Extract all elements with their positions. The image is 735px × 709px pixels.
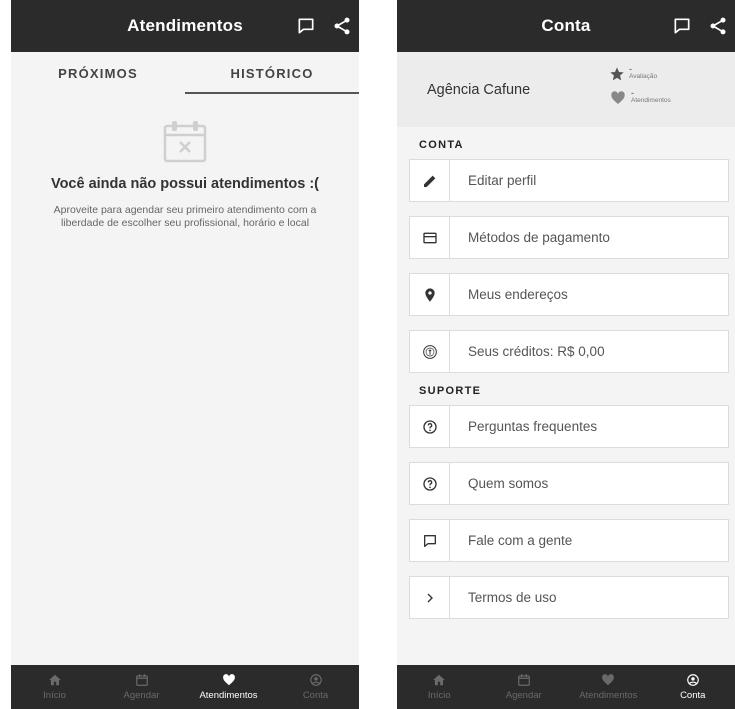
empty-state-description: Aproveite para agendar seu primeiro aten… — [23, 204, 347, 230]
menu-item-metodos-pagamento[interactable]: Métodos de pagamento — [409, 216, 729, 259]
empty-state-title: Você ainda não possui atendimentos :( — [50, 176, 320, 192]
calendar-icon — [135, 674, 148, 686]
calendar-icon — [517, 674, 530, 686]
nav-inicio[interactable]: Início — [397, 665, 482, 709]
question-icon — [410, 406, 450, 447]
credit-card-icon — [410, 217, 450, 258]
nav-label-agendar: Agendar — [123, 690, 160, 701]
account-icon — [686, 674, 699, 686]
nav-inicio[interactable]: Início — [11, 665, 98, 709]
rating-label: Avaliação — [629, 73, 658, 80]
menu-item-meus-enderecos[interactable]: Meus endereços — [409, 273, 729, 316]
heart-hands-icon — [602, 674, 615, 686]
heart-hands-icon — [222, 674, 235, 686]
app-bar: Conta — [397, 0, 735, 52]
tab-bar: PRÓXIMOS HISTÓRICO — [11, 52, 359, 94]
conta-screen: Conta Agência Cafune - Avaliação - Atend… — [397, 0, 735, 709]
calendar-empty-icon — [162, 118, 208, 164]
chat-icon — [410, 520, 450, 561]
profile-stats: - Avaliação - Atendimentos — [609, 64, 671, 114]
nav-label-atendimentos: Atendimentos — [199, 690, 258, 701]
home-icon — [48, 674, 61, 686]
nav-label-inicio: Início — [43, 690, 66, 701]
menu-item-seus-creditos[interactable]: Seus créditos: R$ 0,00 — [409, 330, 729, 373]
nav-label-conta: Conta — [680, 690, 706, 701]
nav-agendar[interactable]: Agendar — [98, 665, 185, 709]
menu-item-fale-com-a-gente[interactable]: Fale com a gente — [409, 519, 729, 562]
menu-item-label: Quem somos — [468, 476, 549, 491]
appointments-value: - — [631, 88, 634, 98]
profile-header: Agência Cafune - Avaliação - Atendimento… — [397, 52, 735, 127]
menu-item-perguntas-frequentes[interactable]: Perguntas frequentes — [409, 405, 729, 448]
nav-label-conta: Conta — [302, 690, 329, 701]
profile-name: Agência Cafune — [427, 81, 531, 98]
location-pin-icon — [410, 274, 450, 315]
menu-item-label: Métodos de pagamento — [468, 230, 610, 245]
share-icon[interactable] — [707, 15, 729, 37]
menu-item-label: Perguntas frequentes — [468, 419, 598, 434]
share-icon[interactable] — [331, 15, 353, 37]
atendimentos-screen: Atendimentos PRÓXIMOS HISTÓRICO Você ain… — [11, 0, 359, 709]
bottom-nav: Início Agendar Atendimentos Conta — [11, 665, 359, 709]
section-conta: CONTA — [419, 139, 464, 151]
menu-item-quem-somos[interactable]: Quem somos — [409, 462, 729, 505]
credits-coin-icon — [410, 331, 450, 372]
nav-agendar[interactable]: Agendar — [482, 665, 567, 709]
chat-icon[interactable] — [671, 15, 693, 37]
appointments-label: Atendimentos — [631, 97, 671, 104]
nav-atendimentos[interactable]: Atendimentos — [185, 665, 272, 709]
empty-desc-line-2: liberdade de escolher seu profissional, … — [60, 217, 310, 229]
menu-item-termos-de-uso[interactable]: Termos de uso — [409, 576, 729, 619]
nav-conta[interactable]: Conta — [272, 665, 359, 709]
chevron-right-icon — [410, 577, 450, 618]
empty-desc-line-1: Aproveite para agendar seu primeiro aten… — [53, 204, 317, 216]
menu-item-label: Seus créditos: R$ 0,00 — [468, 344, 605, 359]
nav-conta[interactable]: Conta — [651, 665, 735, 709]
rating-value: - — [629, 64, 632, 74]
question-icon — [410, 463, 450, 504]
bottom-nav: Início Agendar Atendimentos Conta — [397, 665, 735, 709]
section-suporte: SUPORTE — [419, 385, 482, 397]
pencil-icon — [410, 160, 450, 201]
heart-hands-icon — [611, 91, 625, 104]
account-icon — [309, 674, 322, 686]
nav-atendimentos[interactable]: Atendimentos — [566, 665, 651, 709]
menu-item-label: Editar perfil — [468, 173, 537, 188]
tab-historico[interactable]: HISTÓRICO — [185, 52, 359, 94]
menu-item-label: Termos de uso — [468, 590, 557, 605]
page-title: Atendimentos — [127, 16, 243, 35]
menu-item-label: Meus endereços — [468, 287, 568, 302]
chat-icon[interactable] — [295, 15, 317, 37]
tab-proximos[interactable]: PRÓXIMOS — [11, 52, 185, 94]
nav-label-atendimentos: Atendimentos — [579, 690, 638, 701]
app-bar: Atendimentos — [11, 0, 359, 52]
menu-item-editar-perfil[interactable]: Editar perfil — [409, 159, 729, 202]
home-icon — [433, 674, 446, 686]
empty-state: Você ainda não possui atendimentos :( Ap… — [11, 118, 359, 230]
star-icon — [610, 67, 624, 81]
nav-label-agendar: Agendar — [505, 690, 542, 701]
menu-item-label: Fale com a gente — [468, 533, 573, 548]
appointments-stat: - Atendimentos — [609, 88, 671, 114]
nav-label-inicio: Início — [427, 690, 451, 701]
page-title: Conta — [541, 16, 591, 35]
rating-stat: - Avaliação — [609, 64, 671, 90]
